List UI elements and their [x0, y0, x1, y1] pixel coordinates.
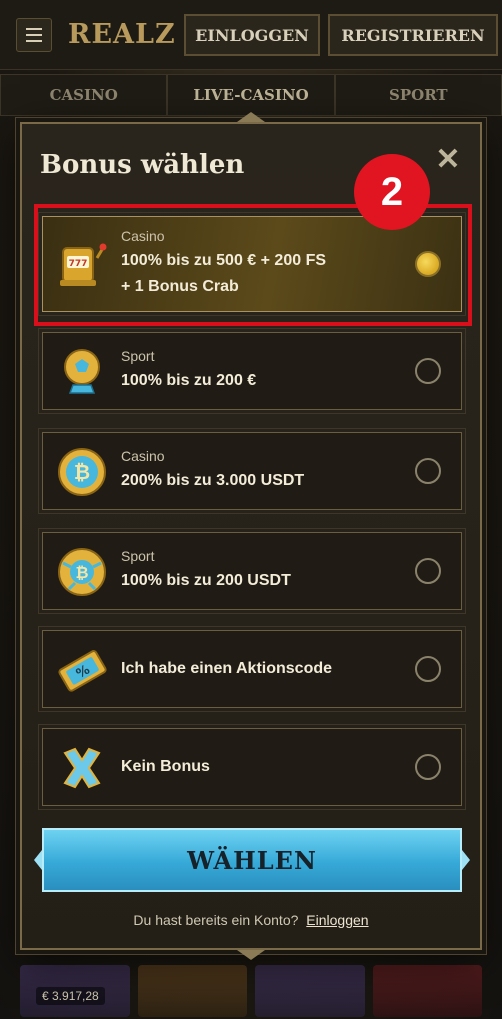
bonus-option-none[interactable]: Kein Bonus: [38, 724, 466, 810]
option-title: Ich habe einen Aktionscode: [121, 660, 333, 677]
option-text: Sport 100% bis zu 200 €: [121, 333, 256, 409]
bonus-option-casino-500[interactable]: 777 Casino 100% bis zu 500 € + 200 FS + …: [38, 212, 466, 316]
option-text: Kein Bonus: [121, 729, 210, 805]
option-text: Ich habe einen Aktionscode: [121, 631, 332, 707]
login-prompt: Du hast bereits ein Konto? Einloggen: [22, 912, 480, 928]
option-text: Sport 100% bis zu 200 USDT: [121, 533, 291, 609]
option-title: 100% bis zu 200 €: [121, 372, 257, 389]
modal-bottom-ornament: [237, 950, 265, 960]
option-title: 200% bis zu 3.000 USDT: [121, 472, 305, 489]
svg-text:₿: ₿: [75, 563, 88, 582]
top-bar: REALZ EINLOGGEN REGISTRIEREN: [0, 0, 502, 70]
register-button[interactable]: REGISTRIEREN: [328, 14, 498, 56]
option-category: Sport: [121, 548, 155, 564]
radio-selected[interactable]: [415, 251, 441, 277]
choose-button[interactable]: WÄHLEN: [42, 828, 462, 892]
modal-top-ornament: [237, 112, 265, 122]
modal-title: Bonus wählen: [40, 150, 245, 180]
game-tile: [137, 965, 247, 1017]
bonus-option-promo-code[interactable]: % Ich habe einen Aktionscode: [38, 626, 466, 712]
login-button[interactable]: EINLOGGEN: [184, 14, 320, 56]
radio-unselected[interactable]: [415, 458, 441, 484]
option-text: Casino 100% bis zu 500 € + 200 FS + 1 Bo…: [121, 217, 326, 311]
slot-machine-icon: 777: [55, 238, 109, 292]
brand-logo[interactable]: REALZ: [68, 19, 176, 50]
option-category: Sport: [121, 348, 155, 364]
game-amount-label: € 3.917,28: [36, 987, 105, 1005]
svg-text:777: 777: [69, 259, 88, 269]
game-tile: [255, 965, 365, 1017]
step-number-badge: 2: [354, 154, 430, 230]
tab-sport[interactable]: SPORT: [334, 74, 502, 116]
radio-unselected[interactable]: [415, 754, 441, 780]
option-title: Kein Bonus: [121, 758, 210, 775]
menu-icon[interactable]: [16, 18, 52, 52]
bonus-modal: Bonus wählen ✕ 2 777 Casino 100% bis zu …: [20, 112, 482, 960]
radio-unselected[interactable]: [415, 656, 441, 682]
login-link[interactable]: Einloggen: [306, 912, 368, 928]
radio-unselected[interactable]: [415, 358, 441, 384]
option-category: Casino: [121, 228, 165, 244]
tab-casino[interactable]: CASINO: [0, 74, 168, 116]
section-tabs: CASINO LIVE-CASINO SPORT: [0, 74, 502, 116]
bonus-option-casino-usdt[interactable]: ₿ Casino 200% bis zu 3.000 USDT: [38, 428, 466, 514]
bonus-option-sport-200[interactable]: Sport 100% bis zu 200 €: [38, 328, 466, 414]
radio-unselected[interactable]: [415, 558, 441, 584]
option-title: 100% bis zu 500 € + 200 FS: [121, 252, 327, 269]
soccer-ball-trophy-icon: [55, 345, 109, 399]
option-text: Casino 200% bis zu 3.000 USDT: [121, 433, 304, 509]
game-tile: [372, 965, 482, 1017]
option-title-line2: + 1 Bonus Crab: [121, 278, 239, 295]
option-category: Casino: [121, 448, 165, 464]
bonus-option-sport-usdt[interactable]: ₿ Sport 100% bis zu 200 USDT: [38, 528, 466, 614]
bitcoin-ball-icon: ₿: [55, 545, 109, 599]
option-title: 100% bis zu 200 USDT: [121, 572, 291, 589]
tab-live-casino[interactable]: LIVE-CASINO: [167, 74, 335, 116]
close-icon[interactable]: ✕: [434, 144, 462, 176]
bitcoin-coin-icon: ₿: [55, 445, 109, 499]
cross-icon: [55, 741, 109, 795]
svg-text:₿: ₿: [74, 460, 90, 484]
login-prompt-text: Du hast bereits ein Konto?: [133, 912, 299, 928]
percent-ticket-icon: %: [55, 643, 109, 697]
